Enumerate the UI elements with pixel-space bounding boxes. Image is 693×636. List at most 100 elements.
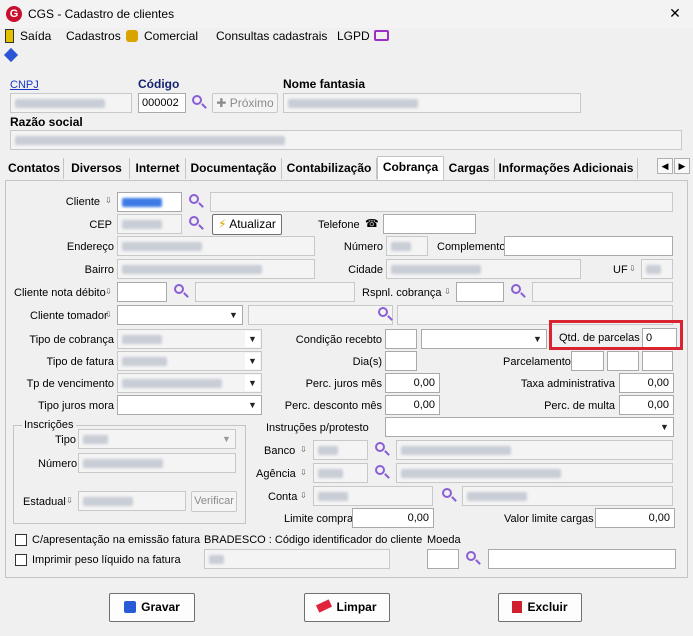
condicao-recebto-select[interactable]: ▼ — [421, 329, 547, 349]
conta-field[interactable] — [313, 486, 433, 506]
cliente-tomador-name-field[interactable] — [248, 305, 393, 325]
limite-compra-field[interactable]: 0,00 — [352, 508, 434, 528]
uf-field[interactable] — [641, 259, 673, 279]
proximo-button[interactable]: ✚ Próximo — [212, 93, 278, 113]
menu-comercial[interactable]: Comercial — [144, 28, 198, 44]
verificar-button[interactable]: Verificar — [191, 491, 237, 512]
tab-cargas[interactable]: Cargas — [444, 158, 495, 179]
conta-name-field[interactable] — [462, 486, 673, 506]
close-window-button[interactable]: ✕ — [664, 4, 686, 22]
estadual-field[interactable] — [78, 491, 186, 511]
complemento-label: Complemento — [437, 241, 506, 253]
menu-lgpd[interactable]: LGPD — [337, 28, 370, 44]
excluir-button[interactable]: Excluir — [498, 593, 582, 622]
down-arrow-icon: ⇩ — [300, 491, 307, 500]
tab-contabilizacao[interactable]: Contabilização — [282, 158, 377, 179]
cliente-tomador-label: Cliente tomador — [30, 310, 108, 322]
cnpj-label[interactable]: CNPJ — [10, 78, 39, 92]
tipo-cobranca-select[interactable]: ▼ — [117, 329, 262, 349]
cliente-tomador-select[interactable]: ▼ — [117, 305, 243, 325]
dias-field[interactable] — [385, 351, 417, 371]
rspnl-cobranca-name-field[interactable] — [532, 282, 673, 302]
bairro-label: Bairro — [84, 264, 114, 276]
search-icon[interactable] — [376, 306, 394, 324]
down-arrow-icon: ⇩ — [105, 196, 112, 205]
tab-internet[interactable]: Internet — [130, 158, 186, 179]
perc-juros-mes-field[interactable]: 0,00 — [385, 373, 440, 393]
cnpj-field[interactable] — [10, 93, 132, 113]
diamond-icon[interactable] — [3, 47, 19, 63]
codigo-field[interactable]: 000002 — [138, 93, 186, 113]
inscricoes-label: Inscrições — [22, 418, 76, 432]
chevron-down-icon: ▼ — [245, 353, 260, 369]
moeda-name-field[interactable] — [488, 549, 676, 569]
menu-saida[interactable]: Saída — [20, 28, 51, 44]
banco-name-field[interactable] — [396, 440, 673, 460]
tp-vencimento-select[interactable]: ▼ — [117, 373, 262, 393]
tab-informacoes-adicionais[interactable]: Informações Adicionais — [495, 158, 638, 179]
condicao-recebto-code-field[interactable] — [385, 329, 417, 349]
tipo-cobranca-label: Tipo de cobrança — [29, 334, 114, 346]
tab-diversos[interactable]: Diversos — [64, 158, 130, 179]
imprimir-peso-checkbox[interactable] — [15, 554, 27, 566]
search-icon[interactable] — [373, 464, 391, 482]
menu-cadastros[interactable]: Cadastros — [66, 28, 121, 44]
cidade-field[interactable] — [386, 259, 581, 279]
bairro-field[interactable] — [117, 259, 315, 279]
menu-consultas-cadastrais[interactable]: Consultas cadastrais — [216, 28, 327, 44]
numero-inscricao-field[interactable] — [78, 453, 236, 473]
perc-desconto-mes-label: Perc. desconto mês — [284, 400, 382, 412]
apresentacao-checkbox[interactable] — [15, 534, 27, 546]
tab-documentacao[interactable]: Documentação — [186, 158, 282, 179]
eraser-icon — [316, 599, 333, 613]
instrucoes-protesto-label: Instruções p/protesto — [266, 422, 369, 434]
search-icon[interactable] — [172, 283, 190, 301]
banco-field[interactable] — [313, 440, 368, 460]
tipo-fatura-select[interactable]: ▼ — [117, 351, 262, 371]
tipo-fatura-label: Tipo de fatura — [46, 356, 114, 368]
bradesco-code-field[interactable] — [204, 549, 390, 569]
gravar-button[interactable]: Gravar — [109, 593, 195, 622]
perc-desconto-mes-field[interactable]: 0,00 — [385, 395, 440, 415]
down-arrow-icon: ⇩ — [300, 445, 307, 454]
telefone-field[interactable] — [383, 214, 476, 234]
moeda-code-field[interactable] — [427, 549, 459, 569]
search-icon[interactable] — [509, 283, 527, 301]
search-icon[interactable] — [190, 94, 208, 112]
tab-scroll-left-button[interactable]: ◀ — [657, 158, 673, 174]
tab-scroll-right-button[interactable]: ▶ — [674, 158, 690, 174]
monitor-icon[interactable] — [374, 30, 389, 41]
tipo-juros-mora-select[interactable]: ▼ — [117, 395, 262, 415]
search-icon[interactable] — [464, 550, 482, 568]
cliente-nota-debito-name-field[interactable] — [195, 282, 355, 302]
parcelamento-field-2[interactable] — [607, 351, 639, 371]
tab-contatos[interactable]: Contatos — [5, 158, 64, 179]
tipo-select[interactable]: ▼ — [78, 429, 236, 449]
search-icon[interactable] — [440, 487, 458, 505]
limpar-button[interactable]: Limpar — [304, 593, 390, 622]
atualizar-button[interactable]: ⚡ Atualizar — [212, 214, 282, 235]
nome-fantasia-field[interactable] — [283, 93, 581, 113]
parcelamento-field-3[interactable] — [642, 351, 673, 371]
endereco-field[interactable] — [117, 236, 315, 256]
instrucoes-protesto-select[interactable]: ▼ — [385, 417, 674, 437]
cliente-nota-debito-field[interactable] — [117, 282, 167, 302]
cliente-name-field[interactable] — [210, 192, 673, 212]
agencia-name-field[interactable] — [396, 463, 673, 483]
search-icon[interactable] — [187, 215, 205, 233]
chevron-down-icon: ▼ — [219, 431, 234, 447]
search-icon[interactable] — [187, 193, 205, 211]
valor-limite-cargas-field[interactable]: 0,00 — [595, 508, 675, 528]
taxa-administrativa-field[interactable]: 0,00 — [619, 373, 674, 393]
cliente-code-field[interactable] — [117, 192, 182, 212]
agencia-field[interactable] — [313, 463, 368, 483]
complemento-field[interactable] — [504, 236, 673, 256]
parcelamento-field-1[interactable] — [571, 351, 604, 371]
cep-field[interactable] — [117, 214, 182, 234]
search-icon[interactable] — [373, 441, 391, 459]
perc-multa-field[interactable]: 0,00 — [619, 395, 674, 415]
tab-cobranca[interactable]: Cobrança — [377, 156, 444, 180]
rspnl-cobranca-field[interactable] — [456, 282, 504, 302]
razao-social-field[interactable] — [10, 130, 682, 150]
numero-field[interactable] — [386, 236, 428, 256]
